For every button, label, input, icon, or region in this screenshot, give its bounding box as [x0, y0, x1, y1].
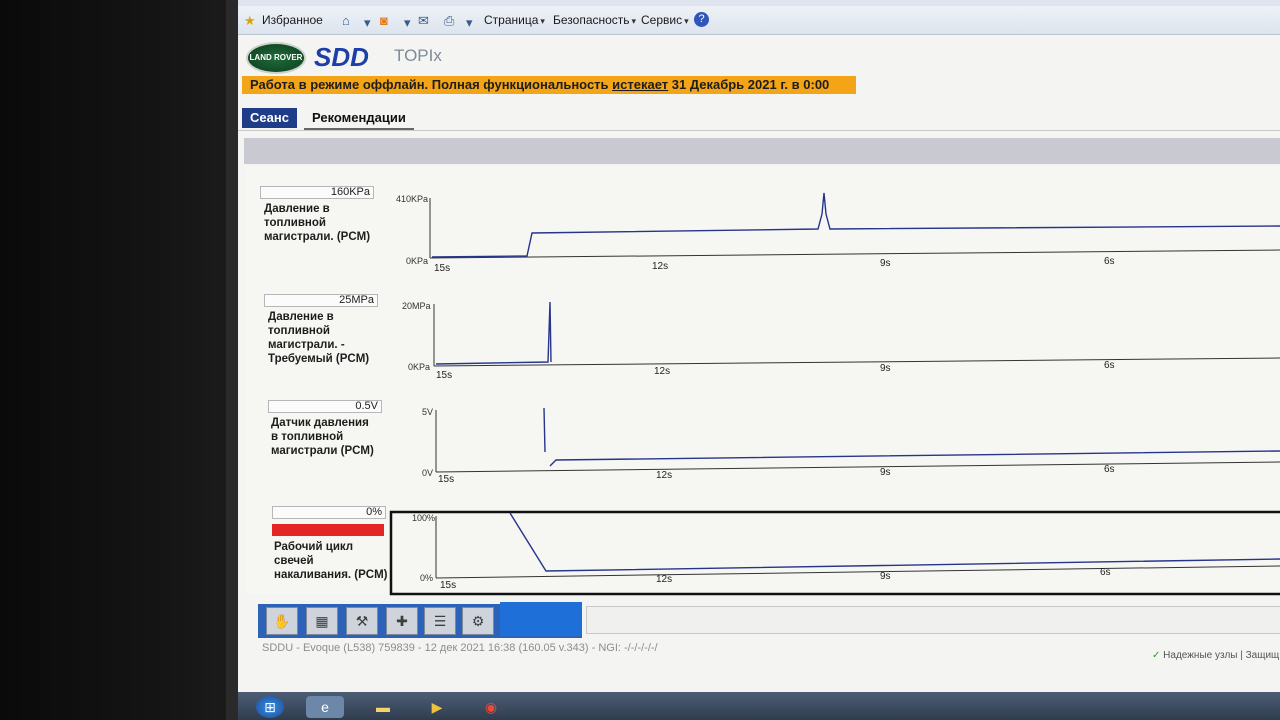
selected-graph-frame [389, 510, 1280, 596]
windows-taskbar: ⊞ e ▬ ▶ ◉ [238, 692, 1280, 720]
graph3-x-axis [435, 461, 1280, 473]
graph1-ymin-label: 0KPa [406, 256, 428, 266]
graph1-x-axis [429, 249, 1280, 259]
vehicle-select-icon[interactable]: ✋ [266, 607, 298, 635]
graph2-ymin-label: 0KPa [408, 362, 430, 372]
graph1-trace [431, 192, 1280, 258]
graph1-time-12s: 12s [652, 261, 668, 272]
graph2-time-9s: 9s [880, 363, 891, 374]
graph2-time-15s: 15s [436, 370, 452, 381]
graph4-ymin-label: 0% [420, 573, 433, 583]
graph4-time-9s: 9s [880, 571, 891, 582]
graph2-time-12s: 12s [654, 366, 670, 377]
recorder-icon[interactable]: ⚙ [462, 607, 494, 635]
data-logger-icon[interactable]: ▦ [306, 607, 338, 635]
graph4-time-6s: 6s [1100, 567, 1111, 578]
graph2-x-axis [433, 357, 1280, 367]
chrome-icon[interactable]: ◉ [472, 696, 510, 718]
graph3-time-15s: 15s [438, 474, 454, 485]
graph1-ymax-label: 410KPa [396, 194, 428, 204]
graph4-trace [509, 512, 1280, 572]
datalogger-graphs: 410KPa 0KPa 15s 12s 9s 6s 20MPa 0KPa 15s… [389, 192, 1280, 596]
graph3-spike [543, 407, 546, 453]
graph1-time-15s: 15s [434, 263, 450, 274]
graph3-time-6s: 6s [1104, 464, 1115, 475]
message-field [586, 606, 1280, 634]
settings-icon[interactable]: ☰ [424, 607, 456, 635]
browser-window: ★ Избранное ⌂ ▾ ◙ ▾ ✉ ⎙ ▾ Страница ▾ Безопас… [238, 0, 1280, 692]
graph3-ymax-label: 5V [422, 407, 433, 417]
trusted-sites-label: Надежные узлы | Защищ [1163, 650, 1280, 661]
graph4-ymax-label: 100% [412, 513, 435, 523]
graph3-time-12s: 12s [656, 470, 672, 481]
internet-explorer-icon[interactable]: e [306, 696, 344, 718]
graph2-trace [435, 301, 552, 365]
start-button-icon[interactable]: ⊞ [256, 696, 284, 718]
graph4-time-15s: 15s [440, 580, 456, 591]
graph1-time-9s: 9s [880, 258, 891, 269]
folder-icon[interactable]: ▬ [364, 696, 402, 718]
trusted-sites-indicator: ✓ Надежные узлы | Защищ [1152, 650, 1279, 661]
graph4-time-12s: 12s [656, 574, 672, 585]
check-icon: ✓ [1152, 650, 1161, 661]
graph4-x-axis [435, 565, 1280, 579]
photo-background-left [0, 0, 238, 720]
graph2-time-6s: 6s [1104, 360, 1115, 371]
toolbar-active-area [500, 602, 582, 636]
graph3-ymin-label: 0V [422, 468, 433, 478]
session-status-line: SDDU - Evoque (L538) 759839 - 12 дек 202… [262, 642, 658, 654]
graph2-ymax-label: 20MPa [402, 301, 431, 311]
graph3-time-9s: 9s [880, 467, 891, 478]
network-icon[interactable]: ✚ [386, 607, 418, 635]
media-player-icon[interactable]: ▶ [418, 696, 456, 718]
graph1-time-6s: 6s [1104, 256, 1115, 267]
tools-icon[interactable]: ⚒ [346, 607, 378, 635]
